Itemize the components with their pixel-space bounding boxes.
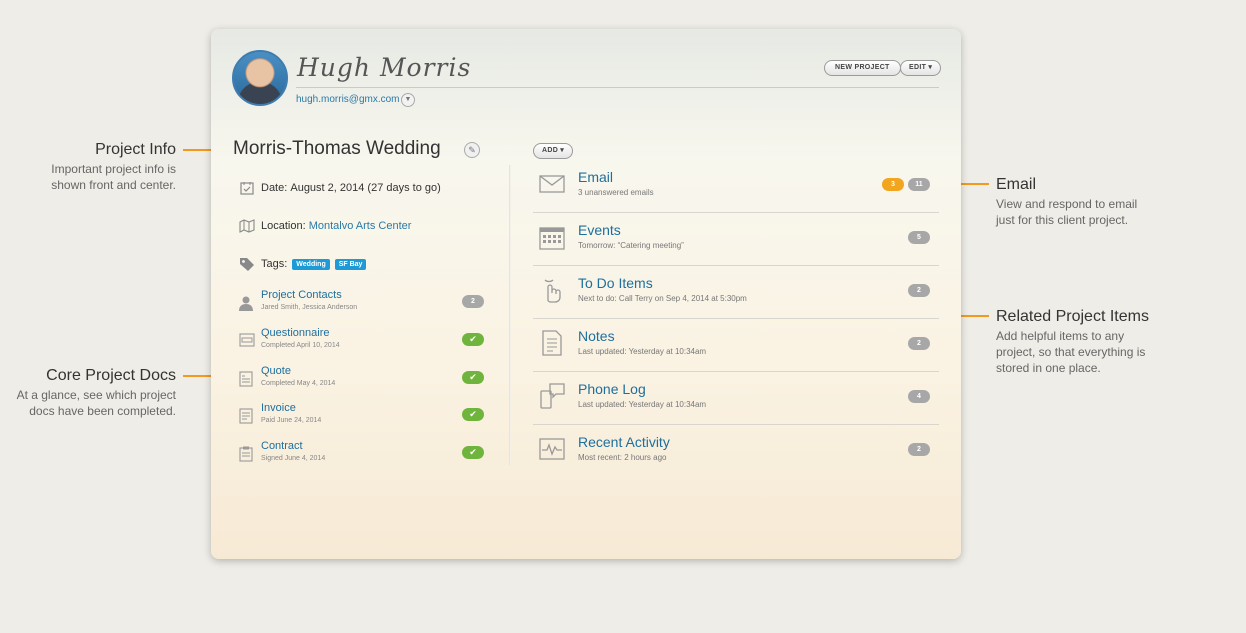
page-title: Morris-Thomas Wedding: [233, 138, 441, 159]
tags-label: Tags:: [261, 258, 288, 270]
count-badge: 2: [908, 337, 930, 350]
quote-doc-icon: [239, 371, 255, 387]
invoice-icon: [239, 408, 255, 424]
item-recent-activity[interactable]: Recent Activity Most recent: 2 hours ago…: [533, 426, 939, 478]
doc-name: Questionnaire: [261, 327, 330, 339]
doc-invoice[interactable]: Invoice Paid June 24, 2014 ✔: [239, 402, 484, 428]
annotation-desc: View and respond to email just for this …: [996, 197, 1138, 227]
checkmark-icon: ✔: [462, 371, 484, 384]
notes-icon: [539, 330, 565, 356]
doc-name: Contract: [261, 440, 303, 452]
row-divider: [533, 265, 939, 266]
annotation-title: Core Project Docs: [46, 367, 176, 384]
doc-sub: Jared Smith, Jessica Anderson: [261, 304, 358, 311]
date-label: Date:: [261, 182, 288, 194]
annotation-desc: At a glance, see which project docs have…: [16, 388, 176, 418]
doc-sub: Paid June 24, 2014: [261, 417, 322, 424]
count-badge: 2: [908, 443, 930, 456]
annotation-project-info: Project Info Important project info is s…: [20, 141, 176, 193]
item-name: To Do Items: [578, 275, 653, 291]
item-sub: Most recent: 2 hours ago: [578, 453, 667, 462]
checkmark-icon: ✔: [462, 446, 484, 459]
doc-name: Project Contacts: [261, 289, 342, 301]
project-location: Location: Montalvo Arts Center: [239, 216, 411, 236]
avatar[interactable]: [232, 50, 288, 106]
doc-contract[interactable]: Contract Signed June 4, 2014 ✔: [239, 440, 484, 466]
item-events[interactable]: Events Tomorrow: “Catering meeting” 5: [533, 214, 939, 266]
annotation-title: Email: [996, 176, 1037, 193]
item-sub: 3 unanswered emails: [578, 188, 654, 197]
project-tags: Tags: Wedding SF Bay: [239, 254, 367, 274]
item-sub: Last updated: Yesterday at 10:34am: [578, 347, 707, 356]
annotation-core-docs: Core Project Docs At a glance, see which…: [0, 367, 176, 419]
doc-project-contacts[interactable]: Project Contacts Jared Smith, Jessica An…: [239, 289, 484, 315]
item-sub: Next to do: Call Terry on Sep 4, 2014 at…: [578, 294, 747, 303]
annotation-title: Related Project Items: [996, 308, 1149, 325]
row-divider: [533, 424, 939, 425]
envelope-icon: [539, 171, 565, 197]
item-name: Email: [578, 169, 614, 185]
item-phone-log[interactable]: Phone Log Last updated: Yesterday at 10:…: [533, 373, 939, 425]
item-email[interactable]: Email 3 unanswered emails 3 11: [533, 161, 939, 213]
doc-sub: Signed June 4, 2014: [261, 455, 326, 462]
tag-badge[interactable]: Wedding: [292, 258, 330, 270]
user-name: Hugh Morris: [297, 53, 472, 82]
tag-icon: [239, 256, 255, 272]
doc-name: Quote: [261, 365, 291, 377]
item-sub: Tomorrow: “Catering meeting”: [578, 241, 684, 250]
item-name: Phone Log: [578, 381, 646, 397]
new-project-button[interactable]: NEW PROJECT: [824, 60, 901, 76]
annotation-email: Email View and respond to email just for…: [996, 176, 1196, 228]
chevron-down-icon[interactable]: ▼: [401, 93, 415, 107]
finger-string-icon: [539, 277, 565, 303]
date-value: August 2, 2014 (27 days to go): [290, 182, 441, 194]
phone-chat-icon: [539, 383, 565, 409]
item-name: Events: [578, 222, 621, 238]
annotation-desc: Add helpful items to any project, so tha…: [996, 329, 1146, 375]
column-divider: [509, 165, 511, 465]
calendar-icon: [539, 224, 565, 250]
item-notes[interactable]: Notes Last updated: Yesterday at 10:34am…: [533, 320, 939, 372]
item-name: Recent Activity: [578, 434, 670, 450]
edit-button[interactable]: EDIT ▾: [900, 60, 942, 76]
header-divider: [296, 87, 939, 88]
count-badge: 2: [908, 284, 930, 297]
location-link[interactable]: Montalvo Arts Center: [309, 220, 412, 232]
calendar-check-icon: [239, 180, 255, 196]
count-badge: 5: [908, 231, 930, 244]
doc-sub: Completed April 10, 2014: [261, 342, 340, 349]
checkmark-icon: ✔: [462, 333, 484, 346]
location-label: Location:: [261, 220, 306, 232]
activity-pulse-icon: [539, 436, 565, 462]
form-icon: [239, 333, 255, 349]
add-button[interactable]: ADD ▾: [533, 143, 574, 159]
row-divider: [533, 212, 939, 213]
item-sub: Last updated: Yesterday at 10:34am: [578, 400, 707, 409]
map-icon: [239, 218, 255, 234]
row-divider: [533, 371, 939, 372]
item-todo[interactable]: To Do Items Next to do: Call Terry on Se…: [533, 267, 939, 319]
tag-badge[interactable]: SF Bay: [334, 258, 367, 270]
count-badge: 4: [908, 390, 930, 403]
doc-quote[interactable]: Quote Completed May 4, 2014 ✔: [239, 365, 484, 391]
project-date: Date: August 2, 2014 (27 days to go): [239, 178, 441, 198]
row-divider: [533, 318, 939, 319]
doc-sub: Completed May 4, 2014: [261, 380, 336, 387]
annotation-related-items: Related Project Items Add helpful items …: [996, 308, 1196, 376]
user-email[interactable]: hugh.morris@gmx.com: [296, 94, 400, 105]
contract-icon: [239, 446, 255, 462]
person-icon: [239, 295, 255, 311]
checkmark-icon: ✔: [462, 408, 484, 421]
doc-questionnaire[interactable]: Questionnaire Completed April 10, 2014 ✔: [239, 327, 484, 353]
project-card: Hugh Morris hugh.morris@gmx.com ▼ NEW PR…: [211, 29, 961, 559]
count-badge: 11: [908, 178, 930, 191]
pencil-icon[interactable]: ✎: [464, 142, 480, 158]
unread-badge: 3: [882, 178, 904, 191]
doc-name: Invoice: [261, 402, 296, 414]
item-name: Notes: [578, 328, 615, 344]
annotation-desc: Important project info is shown front an…: [51, 162, 176, 192]
count-badge: 2: [462, 295, 484, 308]
annotation-title: Project Info: [95, 141, 176, 158]
